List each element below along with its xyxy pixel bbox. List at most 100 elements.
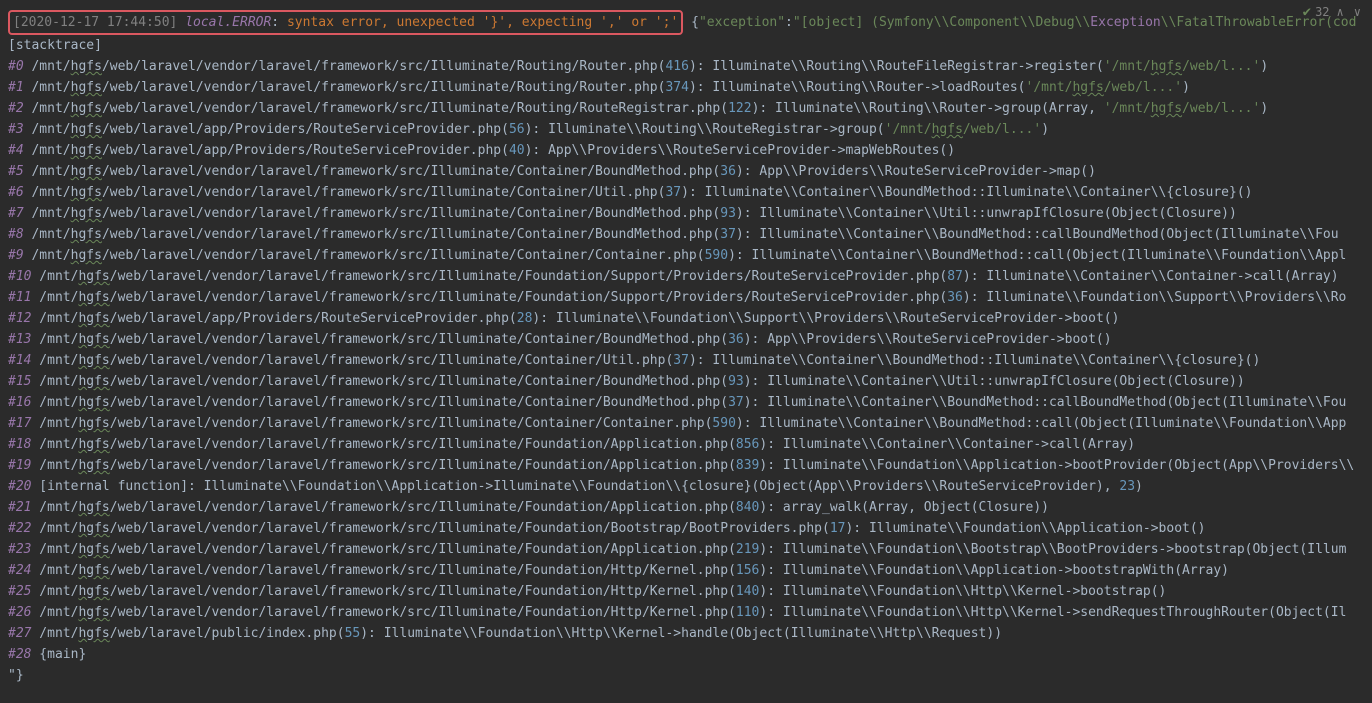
frame-string: '/mnt/hgfs/web/l...'	[1104, 59, 1261, 74]
frame-path: /mnt/hgfs/web/laravel/vendor/laravel/fra…	[24, 164, 721, 179]
timestamp: [2020-12-17 17:44:50]	[13, 15, 177, 30]
frame-path: /mnt/hgfs/web/laravel/vendor/laravel/fra…	[31, 542, 735, 557]
frame-index: #17	[8, 416, 31, 431]
frame-line-number: 93	[720, 206, 736, 221]
frame-path: /mnt/hgfs/web/laravel/vendor/laravel/fra…	[31, 353, 673, 368]
frame-index: #26	[8, 605, 31, 620]
frame-line-number: 590	[705, 248, 728, 263]
stack-frame: #7 /mnt/hgfs/web/laravel/vendor/laravel/…	[8, 203, 1364, 224]
frame-index: #19	[8, 458, 31, 473]
frame-index: #1	[8, 80, 24, 95]
frame-string: '/mnt/hgfs/web/l...'	[1026, 80, 1183, 95]
frame-string: '/mnt/hgfs/web/l...'	[885, 122, 1042, 137]
stack-frame: #27 /mnt/hgfs/web/laravel/public/index.p…	[8, 623, 1364, 644]
frame-line-number: 839	[736, 458, 759, 473]
frame-path: /mnt/hgfs/web/laravel/public/index.php(	[31, 626, 344, 641]
frame-path: /mnt/hgfs/web/laravel/app/Providers/Rout…	[31, 311, 516, 326]
frame-path: /mnt/hgfs/web/laravel/vendor/laravel/fra…	[24, 248, 705, 263]
stack-frame: #18 /mnt/hgfs/web/laravel/vendor/laravel…	[8, 434, 1364, 455]
frame-line-number: 55	[345, 626, 361, 641]
frame-line-number: 590	[712, 416, 735, 431]
exception-key: "exception"	[699, 15, 785, 30]
next-arrow-icon[interactable]: ∨	[1351, 2, 1364, 23]
frame-path: /mnt/hgfs/web/laravel/vendor/laravel/fra…	[31, 584, 735, 599]
stack-frame: #11 /mnt/hgfs/web/laravel/vendor/laravel…	[8, 287, 1364, 308]
frame-path: /mnt/hgfs/web/laravel/vendor/laravel/fra…	[31, 458, 735, 473]
stack-frame: #25 /mnt/hgfs/web/laravel/vendor/laravel…	[8, 581, 1364, 602]
frame-line-number: 37	[673, 353, 689, 368]
frame-path: /mnt/hgfs/web/laravel/vendor/laravel/fra…	[31, 395, 728, 410]
stack-frame: #17 /mnt/hgfs/web/laravel/vendor/laravel…	[8, 413, 1364, 434]
stack-frame: #5 /mnt/hgfs/web/laravel/vendor/laravel/…	[8, 161, 1364, 182]
frame-path: /mnt/hgfs/web/laravel/vendor/laravel/fra…	[31, 269, 947, 284]
frame-path: [internal function]: Illuminate\\Foundat…	[31, 479, 1119, 494]
frame-path: /mnt/hgfs/web/laravel/vendor/laravel/fra…	[31, 374, 728, 389]
stacktrace-lines: #0 /mnt/hgfs/web/laravel/vendor/laravel/…	[8, 56, 1364, 665]
frame-index: #25	[8, 584, 31, 599]
frame-line-number: 122	[728, 101, 751, 116]
stack-frame: #8 /mnt/hgfs/web/laravel/vendor/laravel/…	[8, 224, 1364, 245]
frame-path: /mnt/hgfs/web/laravel/vendor/laravel/fra…	[31, 416, 712, 431]
log-viewer[interactable]: [2020-12-17 17:44:50] local.ERROR: synta…	[0, 0, 1372, 696]
stack-frame: #26 /mnt/hgfs/web/laravel/vendor/laravel…	[8, 602, 1364, 623]
frame-index: #16	[8, 395, 31, 410]
stack-frame: #6 /mnt/hgfs/web/laravel/vendor/laravel/…	[8, 182, 1364, 203]
frame-line-number: 93	[728, 374, 744, 389]
frame-path: /mnt/hgfs/web/laravel/vendor/laravel/fra…	[31, 500, 735, 515]
frame-index: #22	[8, 521, 31, 536]
frame-path: /mnt/hgfs/web/laravel/app/Providers/Rout…	[24, 122, 509, 137]
frame-index: #15	[8, 374, 31, 389]
frame-index: #13	[8, 332, 31, 347]
frame-index: #18	[8, 437, 31, 452]
frame-line-number: 856	[736, 437, 759, 452]
frame-path: /mnt/hgfs/web/laravel/vendor/laravel/fra…	[31, 437, 735, 452]
frame-index: #5	[8, 164, 24, 179]
frame-line-number: 87	[947, 269, 963, 284]
frame-index: #20	[8, 479, 31, 494]
frame-index: #14	[8, 353, 31, 368]
frame-index: #3	[8, 122, 24, 137]
stack-frame: #21 /mnt/hgfs/web/laravel/vendor/laravel…	[8, 497, 1364, 518]
stack-frame: #3 /mnt/hgfs/web/laravel/app/Providers/R…	[8, 119, 1364, 140]
frame-line-number: 37	[665, 185, 681, 200]
frame-line-number: 40	[509, 143, 525, 158]
frame-string: '/mnt/hgfs/web/l...'	[1104, 101, 1261, 116]
prev-arrow-icon[interactable]: ∧	[1334, 2, 1347, 23]
frame-path: /mnt/hgfs/web/laravel/vendor/laravel/fra…	[31, 521, 829, 536]
frame-line-number: 56	[509, 122, 525, 137]
frame-path: /mnt/hgfs/web/laravel/vendor/laravel/fra…	[24, 227, 721, 242]
stack-frame: #2 /mnt/hgfs/web/laravel/vendor/laravel/…	[8, 98, 1364, 119]
frame-index: #27	[8, 626, 31, 641]
stack-frame: #15 /mnt/hgfs/web/laravel/vendor/laravel…	[8, 371, 1364, 392]
frame-index: #12	[8, 311, 31, 326]
frame-path: /mnt/hgfs/web/laravel/vendor/laravel/fra…	[31, 290, 947, 305]
frame-line-number: 28	[517, 311, 533, 326]
stack-frame: #10 /mnt/hgfs/web/laravel/vendor/laravel…	[8, 266, 1364, 287]
frame-index: #7	[8, 206, 24, 221]
frame-line-number: 37	[720, 227, 736, 242]
error-message: syntax error, unexpected '}', expecting …	[287, 15, 678, 30]
frame-line-number: 17	[830, 521, 846, 536]
stacktrace-label: [stacktrace]	[8, 35, 1364, 56]
frame-index: #23	[8, 542, 31, 557]
frame-index: #2	[8, 101, 24, 116]
frame-path: /mnt/hgfs/web/laravel/vendor/laravel/fra…	[31, 332, 728, 347]
stack-frame: #13 /mnt/hgfs/web/laravel/vendor/laravel…	[8, 329, 1364, 350]
frame-path: /mnt/hgfs/web/laravel/vendor/laravel/fra…	[24, 80, 666, 95]
frame-path: /mnt/hgfs/web/laravel/vendor/laravel/fra…	[31, 605, 735, 620]
stack-frame: #12 /mnt/hgfs/web/laravel/app/Providers/…	[8, 308, 1364, 329]
log-footer: "}	[8, 665, 1364, 686]
frame-path: {main}	[31, 647, 86, 662]
stack-frame: #28 {main}	[8, 644, 1364, 665]
frame-line-number: 840	[736, 500, 759, 515]
frame-index: #24	[8, 563, 31, 578]
frame-index: #6	[8, 185, 24, 200]
frame-index: #0	[8, 59, 24, 74]
log-level: local.ERROR	[185, 15, 271, 30]
frame-line-number: 140	[736, 584, 759, 599]
log-header-line: [2020-12-17 17:44:50] local.ERROR: synta…	[8, 10, 1364, 35]
stack-frame: #16 /mnt/hgfs/web/laravel/vendor/laravel…	[8, 392, 1364, 413]
frame-index: #10	[8, 269, 31, 284]
stack-frame: #1 /mnt/hgfs/web/laravel/vendor/laravel/…	[8, 77, 1364, 98]
highlighted-error: [2020-12-17 17:44:50] local.ERROR: synta…	[8, 10, 683, 35]
